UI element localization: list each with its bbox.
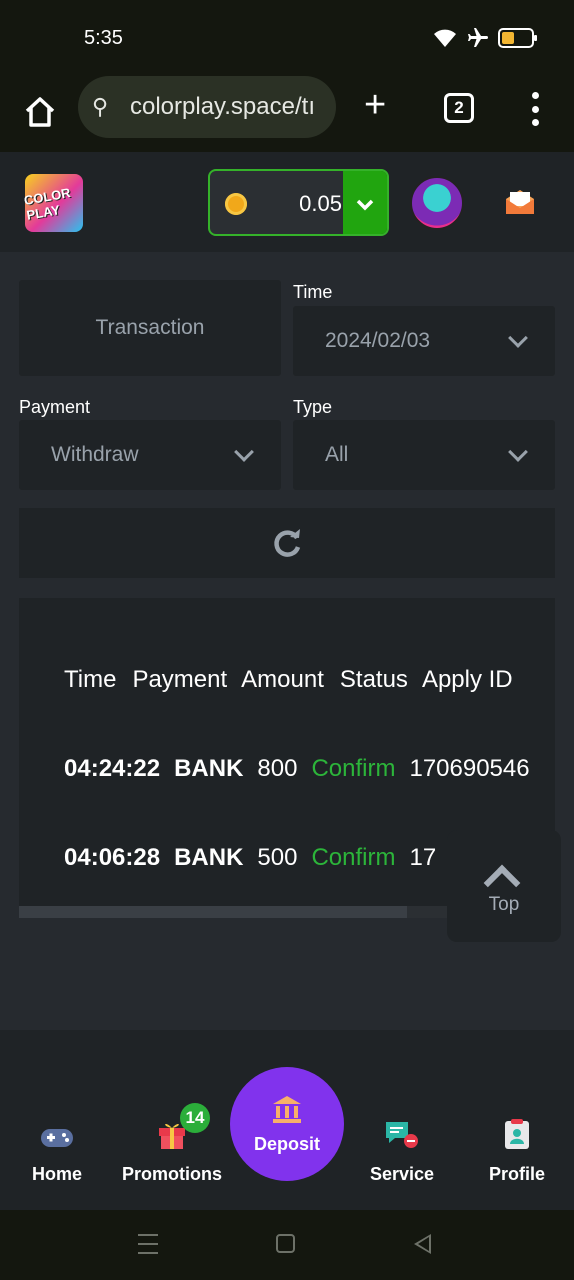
chevron-down-icon (508, 442, 528, 462)
clock: 5:35 (84, 27, 123, 49)
browser-toolbar: ⚲ colorplay.space/tı + 2 (0, 76, 574, 152)
status-bar: 5:35 (0, 0, 574, 76)
mail-icon[interactable] (504, 188, 536, 216)
system-nav-bar (0, 1210, 574, 1280)
type-label: Type (293, 397, 333, 417)
refresh-icon (274, 529, 301, 557)
deposit-button[interactable]: Deposit (230, 1067, 344, 1181)
url-text: colorplay.space/tı (130, 93, 315, 120)
balance-amount: 0.05 (299, 191, 342, 216)
chevron-down-icon (508, 328, 528, 348)
gift-icon (117, 1110, 227, 1150)
col-time: Time (64, 666, 117, 693)
chevron-down-icon (234, 442, 254, 462)
nav-service[interactable]: Service (347, 1110, 457, 1185)
promotions-badge: 14 (180, 1103, 210, 1133)
wifi-icon (434, 29, 456, 47)
col-amount: Amount (241, 666, 324, 693)
site-settings-icon[interactable]: ⚲ (92, 94, 120, 120)
status-badge: Confirm (311, 755, 396, 782)
table-row: 04:24:22 BANK 800 Confirm 170690546 (64, 755, 530, 782)
tab-switcher-button[interactable]: 2 (444, 93, 474, 123)
nav-promotions[interactable]: Promotions (117, 1110, 227, 1185)
profile-icon (462, 1110, 572, 1150)
battery-icon (498, 28, 537, 48)
chat-service-icon (347, 1110, 457, 1150)
app-logo[interactable]: COLOR PLAY (23, 174, 83, 232)
payment-select[interactable]: Withdraw (19, 420, 281, 490)
gamepad-icon (2, 1110, 112, 1150)
table-row: 04:06:28 BANK 500 Confirm 17 (64, 844, 437, 871)
time-select[interactable]: 2024/02/03 (293, 306, 555, 376)
table-header: Time Payment Amount Status Apply ID (64, 666, 513, 694)
back-icon[interactable] (414, 1234, 431, 1254)
time-label: Time (293, 282, 333, 302)
nav-home[interactable]: Home (2, 1110, 112, 1185)
col-payment: Payment (132, 666, 228, 693)
new-tab-button[interactable]: + (364, 86, 386, 124)
bank-icon (271, 1095, 303, 1132)
scrollbar-thumb[interactable] (19, 906, 407, 918)
balance-dropdown-button[interactable] (343, 171, 387, 234)
home-icon[interactable] (22, 94, 58, 130)
app-header: COLOR PLAY 0.05 (0, 152, 574, 252)
payment-label: Payment (19, 397, 91, 417)
airplane-mode-icon (468, 28, 488, 47)
col-apply-id: Apply ID (421, 666, 513, 693)
chevron-down-icon (356, 199, 374, 210)
tab-transaction[interactable]: Transaction (19, 280, 281, 376)
status-badge: Confirm (311, 844, 396, 871)
avatar[interactable] (410, 176, 464, 230)
browser-menu-button[interactable] (530, 92, 540, 126)
type-select[interactable]: All (293, 420, 555, 490)
nav-profile[interactable]: Profile (462, 1110, 572, 1185)
system-home-icon[interactable] (276, 1234, 295, 1253)
bottom-nav: Home Promotions 14 Deposit Service Profi… (0, 1030, 574, 1210)
coin-icon (225, 193, 247, 215)
status-icons (432, 26, 537, 50)
refresh-button[interactable] (19, 508, 555, 578)
scroll-top-button[interactable]: Top (447, 830, 561, 942)
address-bar[interactable]: ⚲ colorplay.space/tı (78, 76, 336, 138)
col-status: Status (339, 666, 408, 693)
recents-icon[interactable] (138, 1234, 158, 1254)
balance-widget[interactable]: 0.05 (208, 169, 389, 236)
